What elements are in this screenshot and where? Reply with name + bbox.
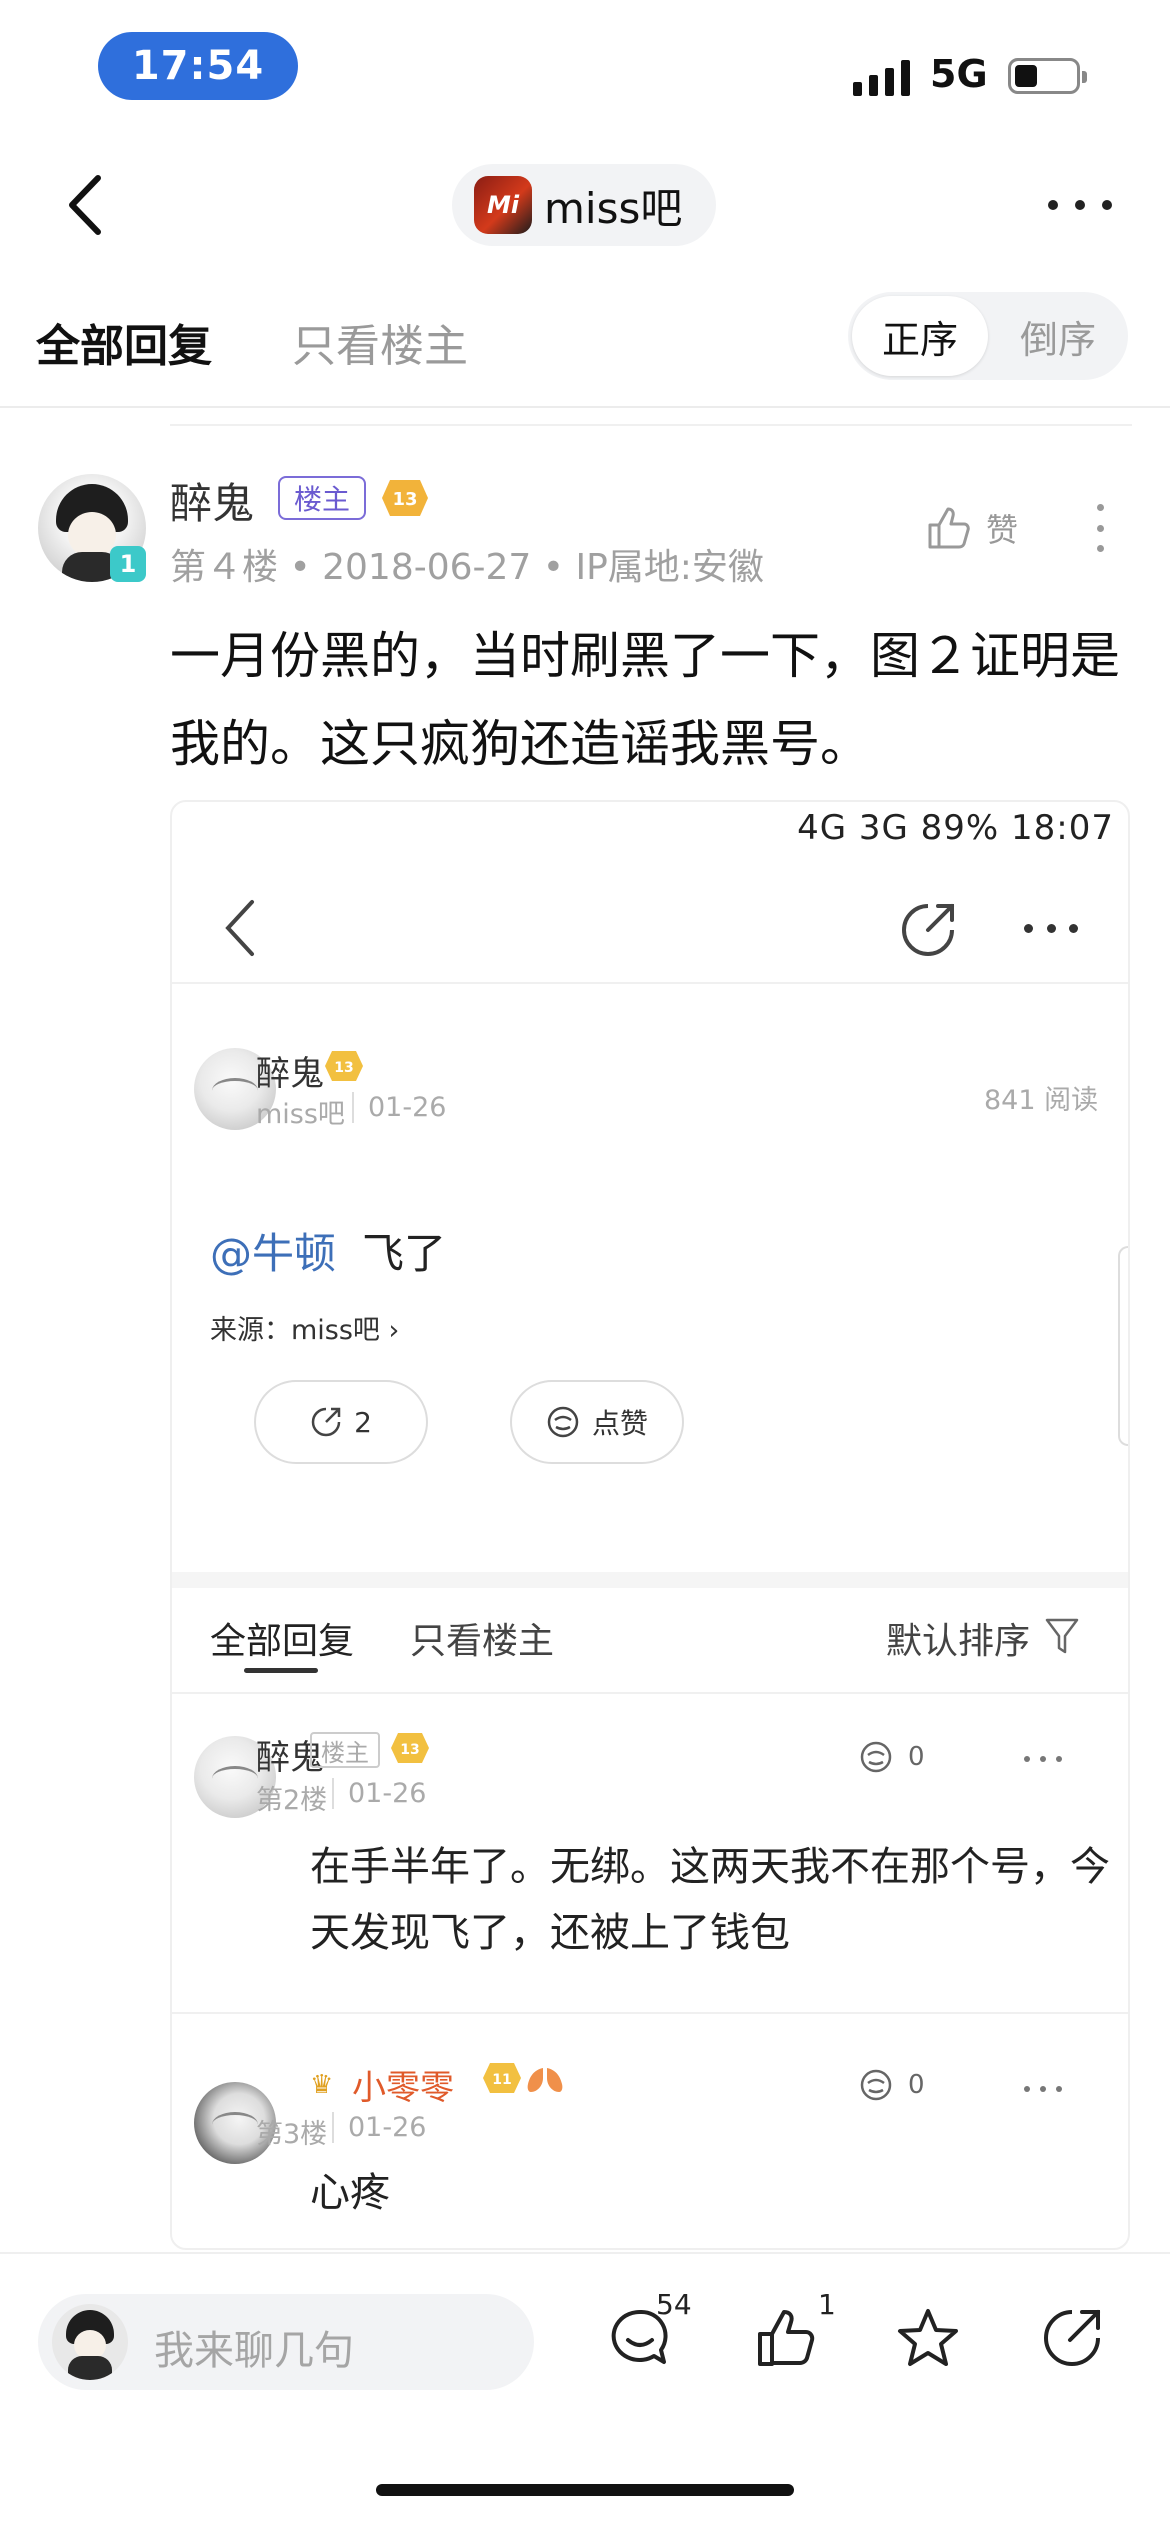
level-text: 11 — [492, 2072, 511, 2088]
share-icon[interactable] — [1040, 2306, 1104, 2370]
tab-host-only[interactable]: 只看楼主 — [292, 310, 468, 374]
like-button[interactable]: 赞 — [924, 498, 1018, 558]
badge-icon — [527, 2068, 563, 2092]
comment-count: 54 — [656, 2288, 692, 2321]
op-name: 醉鬼 — [256, 1054, 324, 1094]
more-icon[interactable] — [1048, 200, 1112, 214]
like-count: 1 — [818, 2288, 836, 2321]
forum-pill[interactable]: Mi miss吧 — [452, 164, 716, 246]
mention-text: 飞了 — [362, 1229, 447, 1278]
status-bar: 17:54 5G — [0, 0, 1170, 140]
tab-host-only: 只看楼主 — [410, 1621, 555, 1662]
scroll-indicator — [1118, 1246, 1128, 1446]
reply-more-icon — [1024, 1756, 1062, 1764]
share-icon — [311, 1407, 341, 1437]
divider — [0, 406, 1170, 408]
reply-like: 0 — [858, 2068, 925, 2102]
tab-all-replies[interactable]: 全部回复 — [36, 310, 212, 374]
mention-link: @牛顿 — [210, 1229, 337, 1278]
sort-label: 默认排序 — [886, 1621, 1031, 1662]
sort-desc-button[interactable]: 倒序 — [992, 296, 1124, 376]
like-label: 点赞 — [591, 1407, 648, 1440]
reply-like-count: 0 — [908, 1742, 925, 1772]
signal-icon — [853, 56, 910, 96]
like-label: 赞 — [986, 511, 1019, 549]
level-text: 13 — [400, 1742, 419, 1758]
reply-date: 01-26 — [332, 2112, 426, 2143]
filter-icon — [1045, 1618, 1079, 1654]
thumbs-up-icon — [928, 507, 970, 549]
back-icon[interactable] — [56, 172, 116, 238]
like-hand-icon — [860, 1741, 892, 1773]
more-icon — [1024, 924, 1078, 934]
sort-asc-button[interactable]: 正序 — [852, 296, 988, 376]
avatar — [52, 2304, 128, 2380]
like-hand-icon — [547, 1406, 579, 1438]
post-text: 一月份黑的，当时刷黑了一下，图２证明是我的。这只疯狗还造谣我黑号。 — [170, 627, 1120, 773]
post-image[interactable]: 4G 3G 89% 18:07 醉鬼 13 miss吧 01-26 841 阅读… — [170, 800, 1130, 2250]
like-hand-icon — [860, 2069, 892, 2101]
back-icon — [225, 900, 254, 956]
share-button: 2 — [254, 1380, 428, 1464]
thumbs-up-icon[interactable] — [754, 2306, 818, 2370]
reply-like-count: 0 — [908, 2070, 925, 2100]
sort-toggle: 正序 倒序 — [848, 292, 1128, 380]
star-icon[interactable] — [896, 2306, 960, 2370]
user-level-badge: 1 — [110, 546, 146, 582]
reply-floor: 第2楼 — [256, 1785, 328, 1816]
battery-icon — [1008, 58, 1087, 94]
level-text: 13 — [334, 1060, 353, 1076]
post-more-icon[interactable] — [1094, 504, 1106, 552]
host-badge: 楼主 — [278, 476, 366, 520]
reply-text: 心疼 — [310, 2170, 390, 2216]
level-badge-icon: 13 — [391, 1733, 429, 1763]
read-count: 841 阅读 — [984, 1085, 1099, 1116]
level-text: 13 — [392, 489, 417, 510]
reply-name: 小零零 — [352, 2068, 454, 2108]
reply-placeholder: 我来聊几句 — [154, 2328, 354, 2374]
network-type: 5G — [930, 52, 988, 96]
forum-name: miss吧 — [544, 183, 683, 233]
post-meta: 第４楼 • 2018-06-27 • IP属地:安徽 — [170, 547, 764, 588]
level-badge-icon: 13 — [382, 480, 428, 516]
bottom-bar: 我来聊几句 54 1 — [0, 2252, 1170, 2532]
divider — [170, 424, 1132, 426]
reply-date: 01-26 — [332, 1778, 426, 1809]
op-forum: miss吧 — [256, 1099, 345, 1130]
reply-more-icon — [1024, 2086, 1062, 2094]
post-username[interactable]: 醉鬼 — [170, 470, 254, 531]
share-icon — [902, 904, 954, 956]
op-date: 01-26 — [352, 1092, 446, 1123]
host-badge: 楼主 — [310, 1732, 380, 1768]
reply-like: 0 — [858, 1740, 925, 1774]
like-button: 点赞 — [510, 1380, 684, 1464]
forum-logo-icon: Mi — [474, 176, 532, 234]
level-badge-icon: 13 — [325, 1051, 363, 1081]
reply-text: 在手半年了。无绑。这两天我不在那个号，今天发现飞了，还被上了钱包 — [310, 1844, 1110, 1956]
level-badge-icon: 11 — [483, 2063, 521, 2093]
source-link: 来源：miss吧 › — [210, 1315, 400, 1346]
share-count: 2 — [354, 1405, 372, 1439]
reply-floor: 第3楼 — [256, 2119, 328, 2150]
tab-all-replies: 全部回复 — [210, 1621, 355, 1662]
home-indicator — [376, 2484, 794, 2496]
reply-tabs: 全部回复 只看楼主 正序 倒序 — [0, 292, 1170, 404]
status-time[interactable]: 17:54 — [98, 32, 298, 100]
crown-icon: ♛ — [310, 2070, 334, 2100]
image-status-bar: 4G 3G 89% 18:07 — [797, 808, 1114, 848]
reply-input[interactable]: 我来聊几句 — [38, 2294, 534, 2390]
nav-bar: Mi miss吧 — [0, 150, 1170, 260]
